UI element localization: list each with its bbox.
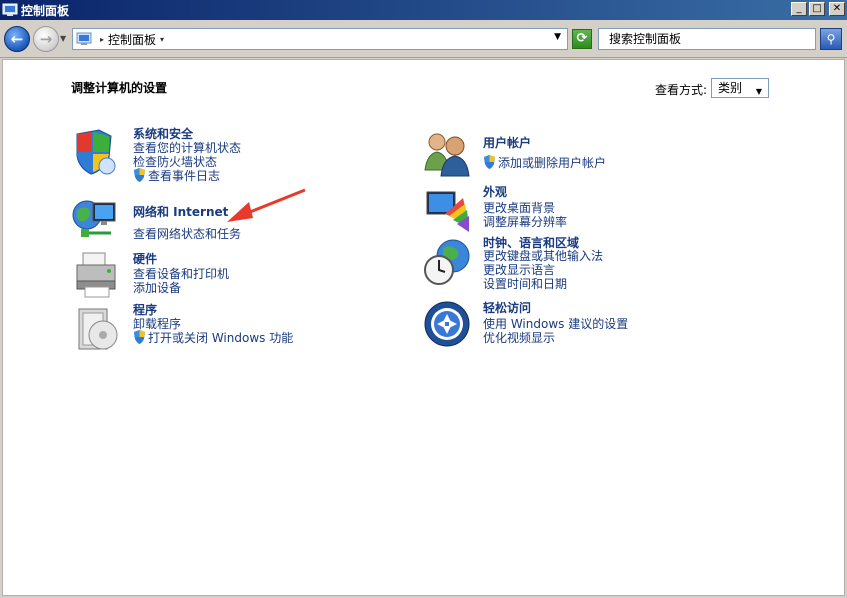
link-view-event-logs[interactable]: 查看事件日志 bbox=[133, 167, 220, 184]
clock-globe-icon[interactable] bbox=[423, 238, 471, 286]
appearance-monitor-icon[interactable] bbox=[423, 188, 471, 236]
minimize-button[interactable]: _ bbox=[791, 2, 807, 16]
title-bar: 控制面板 _ □ ✕ bbox=[0, 0, 847, 20]
content-pane: 调整计算机的设置 查看方式: 类别 ▼ 系统和安全 查看您的计算机状态 检查防火… bbox=[2, 59, 845, 596]
recent-pages-dropdown[interactable]: ▼ bbox=[60, 34, 66, 43]
view-by-select[interactable]: 类别 ▼ bbox=[711, 78, 769, 98]
uac-shield-icon bbox=[134, 330, 145, 344]
close-button[interactable]: ✕ bbox=[829, 2, 845, 16]
link-turn-windows-features[interactable]: 打开或关闭 Windows 功能 bbox=[133, 329, 293, 346]
link-add-remove-users[interactable]: 添加或删除用户帐户 bbox=[483, 154, 606, 171]
printer-icon[interactable] bbox=[73, 251, 121, 299]
uac-shield-icon bbox=[134, 168, 145, 182]
link-label: 查看事件日志 bbox=[148, 169, 221, 183]
refresh-button[interactable]: ⟳ bbox=[572, 29, 592, 49]
view-by-label: 查看方式: bbox=[655, 83, 708, 97]
address-dropdown-icon[interactable]: ▼ bbox=[554, 32, 561, 42]
breadcrumb-separator-icon[interactable]: ▸ bbox=[100, 35, 104, 44]
view-by-value: 类别 bbox=[718, 81, 743, 95]
link-label: 添加或删除用户帐户 bbox=[498, 156, 607, 170]
breadcrumb-control-panel[interactable]: 控制面板 bbox=[108, 31, 156, 48]
back-arrow-icon: ← bbox=[10, 30, 24, 48]
address-bar[interactable]: ▸ 控制面板 ▾ ▼ bbox=[72, 28, 568, 50]
link-set-time-date[interactable]: 设置时间和日期 bbox=[483, 275, 567, 292]
chevron-down-icon: ▼ bbox=[755, 87, 762, 96]
ease-of-access-icon[interactable] bbox=[423, 300, 471, 348]
forward-arrow-icon: → bbox=[39, 30, 53, 48]
search-icon: ⚲ bbox=[826, 32, 836, 46]
user-accounts-icon[interactable] bbox=[423, 130, 471, 178]
breadcrumb-dropdown-icon[interactable]: ▾ bbox=[160, 35, 164, 44]
programs-box-icon[interactable] bbox=[73, 305, 121, 353]
category-network-internet[interactable]: 网络和 Internet bbox=[133, 203, 228, 220]
link-optimize-visual-display[interactable]: 优化视频显示 bbox=[483, 329, 555, 346]
search-button[interactable]: ⚲ bbox=[820, 28, 842, 50]
annotation-arrow-icon bbox=[227, 188, 306, 222]
maximize-button[interactable]: □ bbox=[809, 2, 825, 16]
category-appearance[interactable]: 外观 bbox=[483, 183, 507, 200]
back-button[interactable]: ← bbox=[4, 26, 30, 52]
control-panel-icon bbox=[76, 32, 92, 45]
category-user-accounts[interactable]: 用户帐户 bbox=[483, 134, 531, 151]
security-shield-icon[interactable] bbox=[71, 128, 119, 176]
category-ease-of-access[interactable]: 轻松访问 bbox=[483, 299, 531, 316]
window-title: 控制面板 bbox=[21, 3, 70, 18]
forward-button[interactable]: → bbox=[33, 26, 59, 52]
page-title: 调整计算机的设置 bbox=[71, 81, 168, 95]
network-globe-icon[interactable] bbox=[71, 195, 119, 243]
refresh-icon: ⟳ bbox=[576, 31, 588, 46]
search-input[interactable]: 搜索控制面板 bbox=[598, 28, 816, 50]
link-add-device[interactable]: 添加设备 bbox=[133, 279, 181, 296]
link-label: 打开或关闭 Windows 功能 bbox=[148, 331, 294, 345]
control-panel-icon bbox=[2, 3, 18, 16]
uac-shield-icon bbox=[484, 155, 495, 169]
link-adjust-resolution[interactable]: 调整屏幕分辨率 bbox=[483, 213, 567, 230]
